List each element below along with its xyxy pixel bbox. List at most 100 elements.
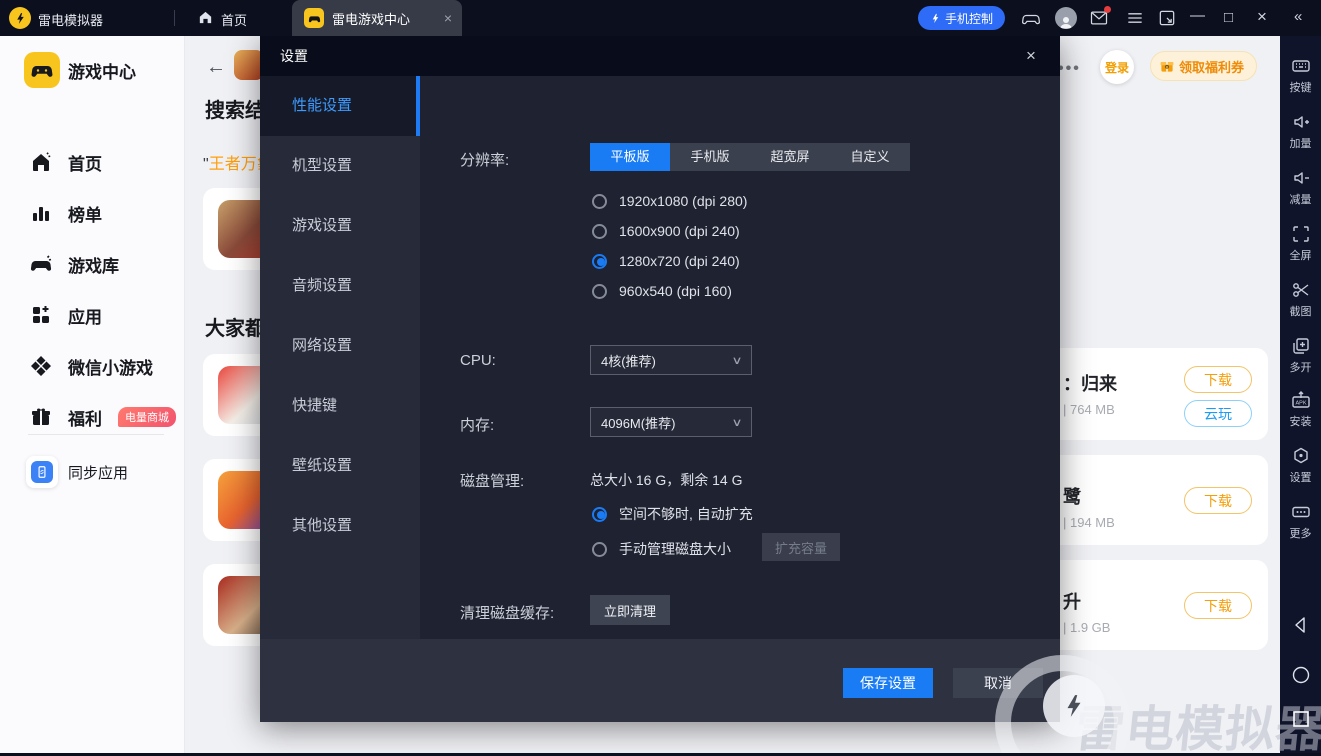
resolution-option-1280[interactable]: 1280x720 (dpi 240) xyxy=(592,253,740,269)
cpu-label: CPU: xyxy=(460,352,496,369)
game-name: ：归来 xyxy=(1063,374,1117,394)
toolbar-label: 安装 xyxy=(1289,416,1312,428)
close-icon[interactable]: × xyxy=(1016,36,1046,76)
toolbar-volume-up[interactable]: 加量 xyxy=(1280,112,1321,151)
radio-icon[interactable] xyxy=(592,283,607,299)
resolution-option-1920[interactable]: 1920x1080 (dpi 280) xyxy=(592,193,747,209)
sidebar-item-game-center[interactable]: 游戏中心 xyxy=(0,48,185,92)
toolbar-volume-down[interactable]: 减量 xyxy=(1280,168,1321,207)
titlebar-home-button[interactable]: 首页 xyxy=(221,10,247,29)
menu-icon[interactable] xyxy=(1125,8,1145,28)
popout-icon[interactable] xyxy=(1157,8,1177,28)
nav-network-settings[interactable]: 网络设置 xyxy=(260,316,420,376)
keyboard-icon xyxy=(1291,60,1310,72)
home-icon[interactable] xyxy=(197,9,214,26)
android-recents-button[interactable] xyxy=(1280,708,1321,730)
claim-coupon-button[interactable]: 领取福利券 xyxy=(1150,51,1258,81)
game-center-icon xyxy=(24,52,60,88)
settings-modal-header: 设置 × xyxy=(260,36,1060,76)
tab-tablet[interactable]: 平板版 xyxy=(590,143,670,171)
save-settings-button[interactable]: 保存设置 xyxy=(843,668,933,698)
tab-ultrawide[interactable]: 超宽屏 xyxy=(750,143,830,171)
nav-hotkeys[interactable]: 快捷键 xyxy=(260,376,420,436)
tab-phone[interactable]: 手机版 xyxy=(670,143,750,171)
radio-icon[interactable] xyxy=(592,223,607,239)
gear-icon xyxy=(1293,447,1308,464)
nav-wallpaper-settings[interactable]: 壁纸设置 xyxy=(260,436,420,496)
avatar[interactable] xyxy=(1055,7,1077,29)
toolbar-fullscreen[interactable]: 全屏 xyxy=(1280,224,1321,263)
clean-cache-label: 清理磁盘缓存: xyxy=(460,605,555,622)
phone-control-button[interactable]: 手机控制 xyxy=(918,6,1005,30)
download-button[interactable]: 下载 xyxy=(1184,366,1252,393)
sidebar-item-label: 榜单 xyxy=(68,205,102,225)
resolution-option-1600[interactable]: 1600x900 (dpi 240) xyxy=(592,223,740,239)
android-home-button[interactable] xyxy=(1280,664,1321,686)
game-name: 升 xyxy=(1063,592,1081,612)
nav-audio-settings[interactable]: 音频设置 xyxy=(260,256,420,316)
tab-game-center[interactable]: 雷电游戏中心 × xyxy=(292,0,462,36)
emulator-toolbar: 按键 加量 减量 全屏 截图 多开 APK 安装 设置 更多 xyxy=(1280,36,1321,756)
toolbar-keymapping[interactable]: 按键 xyxy=(1280,56,1321,95)
nav-game-settings[interactable]: 游戏设置 xyxy=(260,196,420,256)
sidebar-item-benefits[interactable]: 福利 电量商城 xyxy=(0,397,185,437)
gamepad-icon xyxy=(28,251,54,277)
phone-control-label: 手机控制 xyxy=(944,11,993,26)
android-back-button[interactable] xyxy=(1280,614,1321,636)
scissors-icon xyxy=(1292,283,1308,297)
radio-icon-selected[interactable] xyxy=(592,506,607,522)
chevron-down-icon: ∨ xyxy=(731,354,743,367)
tab-gamepad-icon xyxy=(304,8,324,28)
radio-icon[interactable] xyxy=(592,541,607,557)
maximize-button[interactable]: □ xyxy=(1224,9,1233,26)
disk-manual-option[interactable]: 手动管理磁盘大小 xyxy=(592,539,731,559)
more-options-dots[interactable]: ••• xyxy=(1058,60,1081,78)
nav-device-settings[interactable]: 机型设置 xyxy=(260,136,420,196)
disk-auto-expand-option[interactable]: 空间不够时, 自动扩充 xyxy=(592,504,753,524)
toolbar-screenshot[interactable]: 截图 xyxy=(1280,280,1321,319)
back-button[interactable]: ← xyxy=(206,56,226,79)
close-window-button[interactable]: × xyxy=(1257,7,1267,27)
tab-custom[interactable]: 自定义 xyxy=(830,143,910,171)
resolution-tabs: 平板版 手机版 超宽屏 自定义 xyxy=(590,143,910,171)
gamepad-icon[interactable] xyxy=(1021,8,1041,28)
bar-chart-icon xyxy=(28,200,54,226)
memory-dropdown[interactable]: 4096M(推荐) ∨ xyxy=(590,407,752,437)
toolbar-settings[interactable]: 设置 xyxy=(1280,446,1321,485)
sidebar-item-apps[interactable]: 应用 xyxy=(0,295,185,335)
toolbar-install-apk[interactable]: APK 安装 xyxy=(1280,390,1321,429)
sidebar-item-wechat-minigames[interactable]: 微信小游戏 xyxy=(0,346,185,386)
sidebar-item-game-library[interactable]: 游戏库 xyxy=(0,244,185,284)
radio-icon[interactable] xyxy=(592,193,607,209)
collapse-toolbar-icon[interactable]: « xyxy=(1294,8,1303,25)
lightning-icon xyxy=(932,13,939,23)
toolbar-more[interactable]: 更多 xyxy=(1280,502,1321,541)
clean-now-button[interactable]: 立即清理 xyxy=(590,595,670,625)
cloud-play-button[interactable]: 云玩 xyxy=(1184,400,1252,427)
toolbar-multi-instance[interactable]: 多开 xyxy=(1280,336,1321,375)
sidebar-divider xyxy=(28,434,164,435)
nav-other-settings[interactable]: 其他设置 xyxy=(260,496,420,556)
minimize-button[interactable]: — xyxy=(1190,7,1205,24)
disk-summary: 总大小 16 G，剩余 14 G xyxy=(590,472,743,488)
settings-footer: 保存设置 取消 xyxy=(260,639,1060,722)
sidebar-item-home[interactable]: 首页 xyxy=(0,142,185,182)
tab-close-icon[interactable]: × xyxy=(444,10,452,26)
game-size: | 764 MB xyxy=(1063,402,1115,417)
toolbar-label: 全屏 xyxy=(1289,250,1312,262)
titlebar-divider xyxy=(174,10,175,26)
resolution-option-960[interactable]: 960x540 (dpi 160) xyxy=(592,283,732,299)
login-button[interactable]: 登录 xyxy=(1100,50,1134,84)
game-size: | 1.9 GB xyxy=(1063,620,1111,635)
download-button[interactable]: 下载 xyxy=(1184,592,1252,619)
nav-performance-settings[interactable]: 性能设置 xyxy=(260,76,420,136)
radio-icon-selected[interactable] xyxy=(592,253,607,269)
wechat-minigame-icon xyxy=(28,353,54,379)
volume-up-icon xyxy=(1293,116,1309,128)
expand-capacity-button[interactable]: 扩充容量 xyxy=(762,533,840,561)
sidebar-item-sync-apps[interactable]: 同步应用 xyxy=(0,452,185,492)
cpu-dropdown[interactable]: 4核(推荐) ∨ xyxy=(590,345,752,375)
sidebar-item-rankings[interactable]: 榜单 xyxy=(0,193,185,233)
download-button[interactable]: 下载 xyxy=(1184,487,1252,514)
chevron-down-icon: ∨ xyxy=(731,416,743,429)
